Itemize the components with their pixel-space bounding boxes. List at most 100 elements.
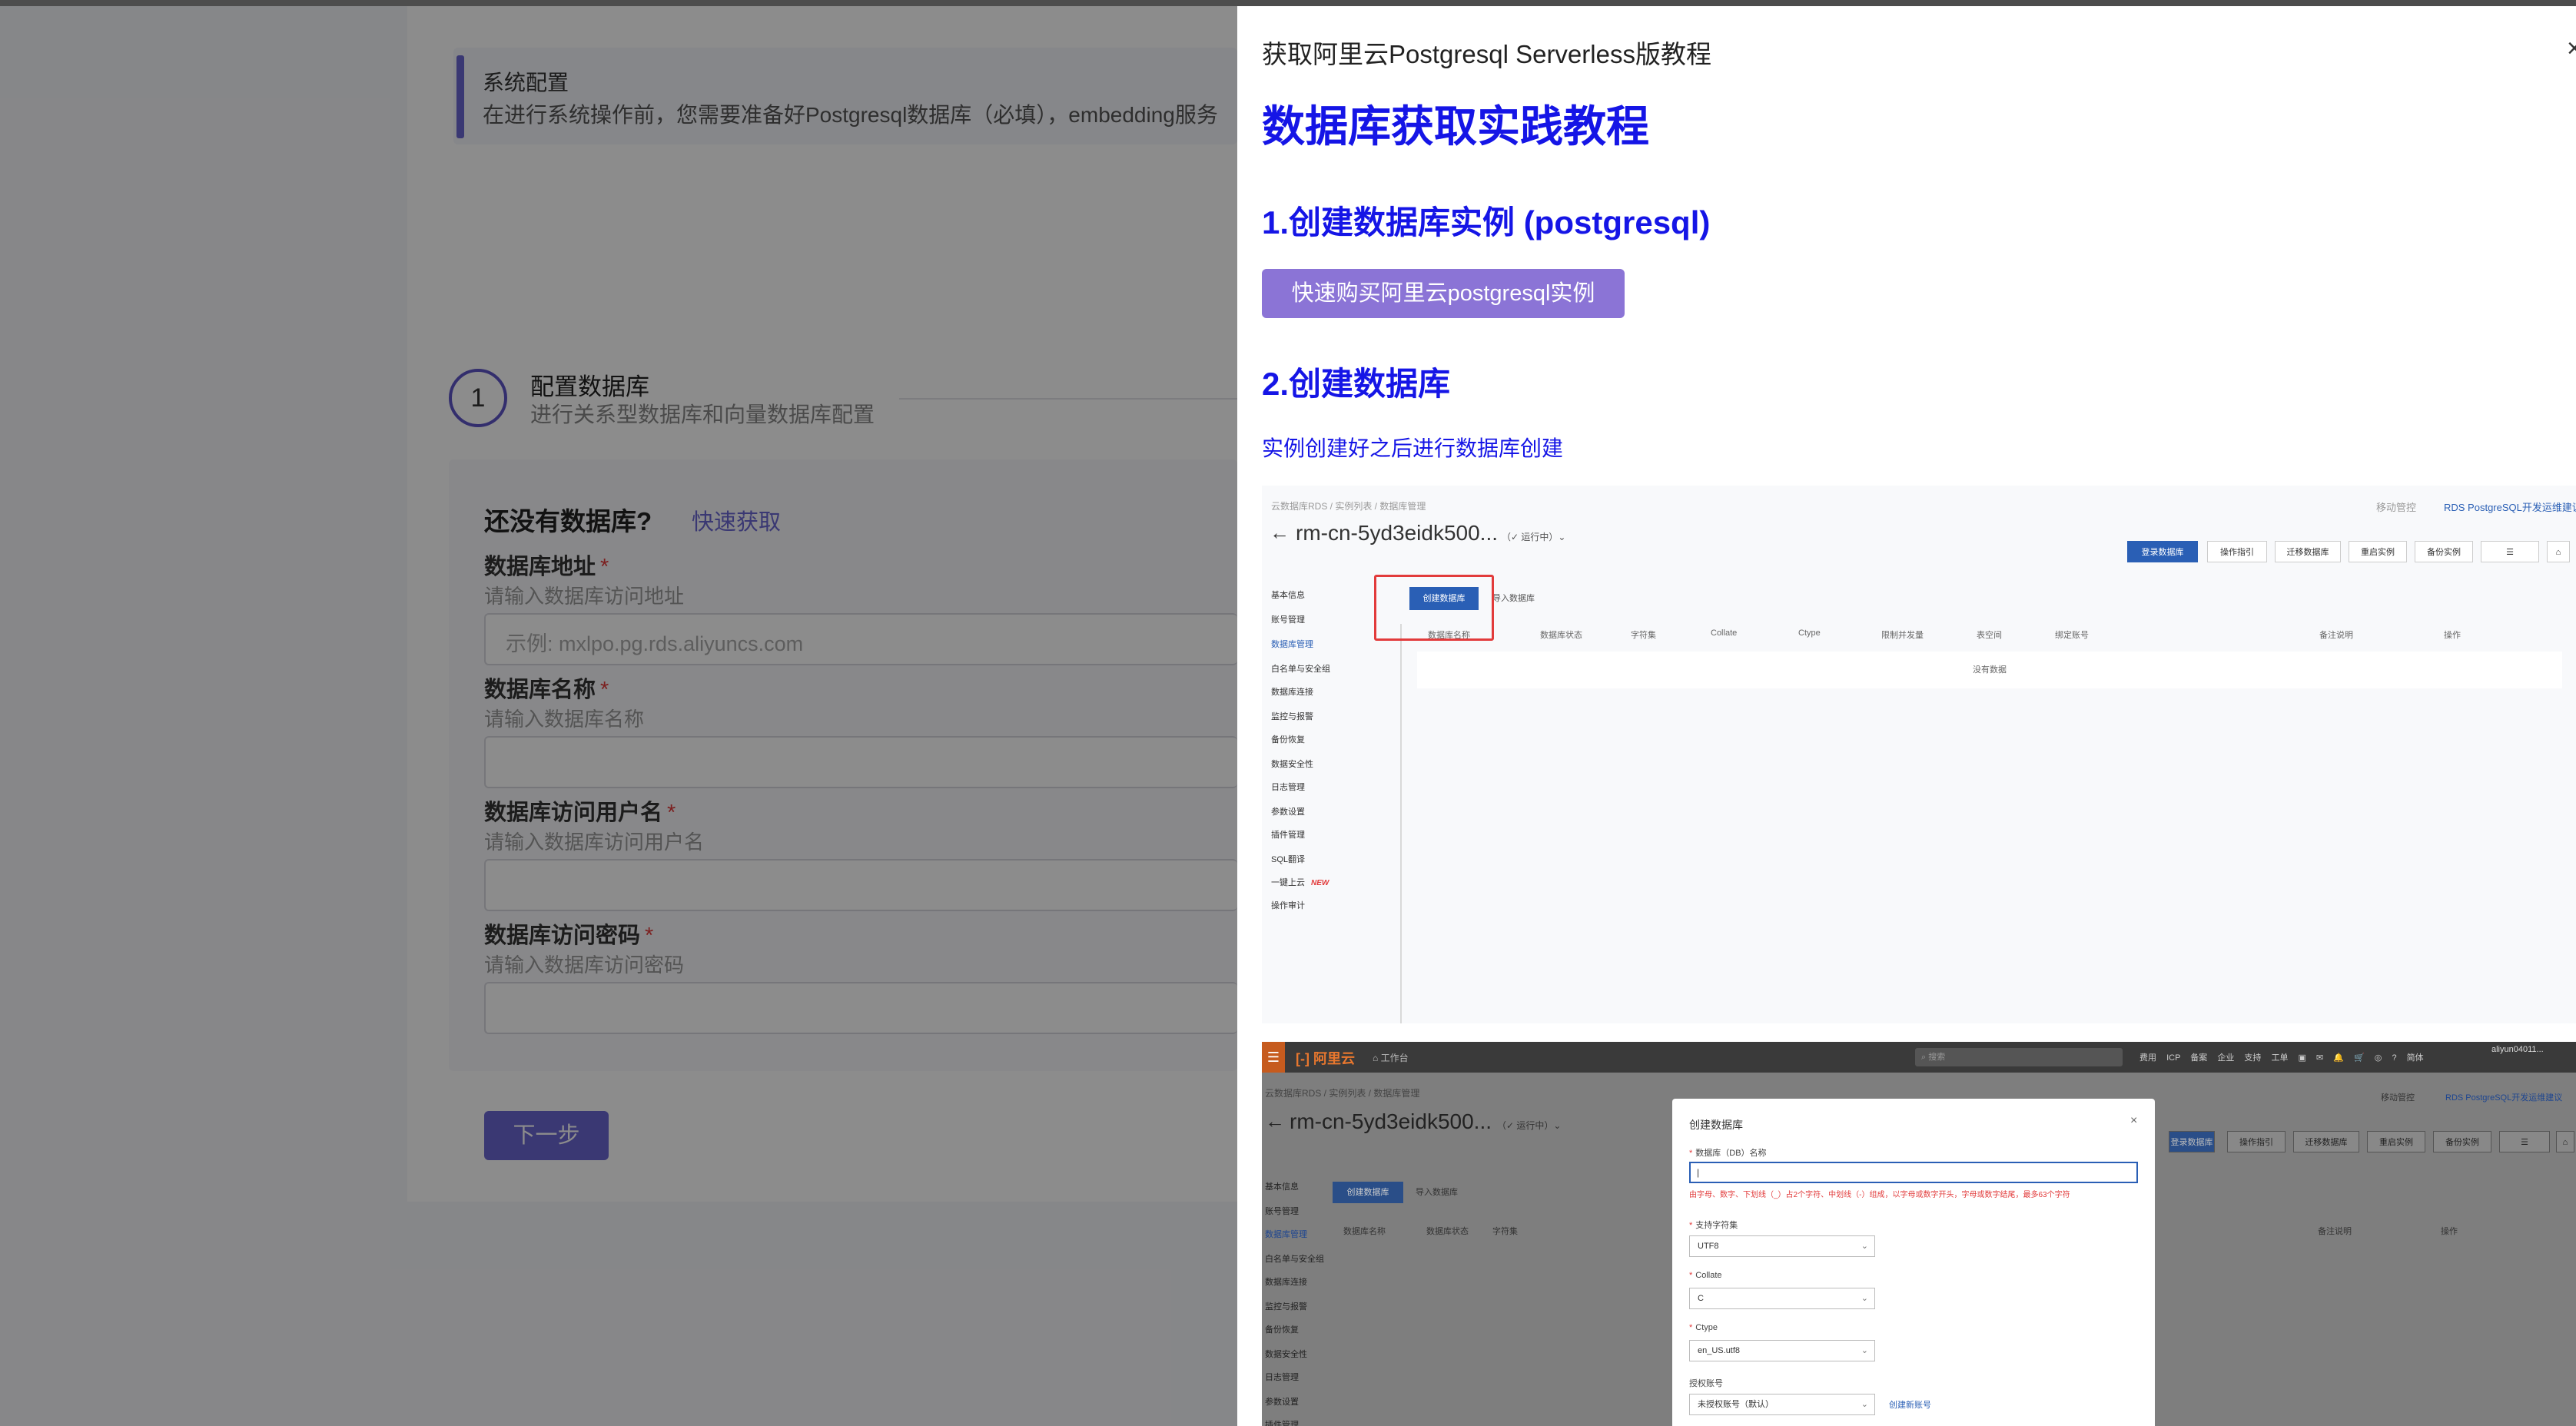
sidebar-item-backup: 备份恢复 (1265, 1325, 1299, 1335)
menu-icon: ☰ (1262, 1042, 1285, 1073)
create-db-button: 创建数据库 (1333, 1182, 1403, 1203)
account-select: 未授权账号（默认） ⌄ (1689, 1394, 1875, 1415)
user-account: aliyun04011... (2491, 1045, 2544, 1054)
tutorial-screenshot-2: ☰ [-] 阿里云 ⌂ 工作台 ⌕ 搜索 费用 ICP 备案 企业 支持 工单 … (1262, 1042, 2576, 1426)
home-icon: ⌂ (2556, 1131, 2574, 1152)
sidebar-item-basic-info: 基本信息 (1271, 591, 1305, 600)
ops-advice-link: RDS PostgreSQL开发运维建议 (2445, 1093, 2563, 1103)
col-remark: 备注说明 (2318, 1227, 2352, 1236)
backup-button: 备份实例 (2415, 541, 2473, 562)
chevron-down-icon: ⌄ (1861, 1242, 1868, 1251)
create-db-modal: 创建数据库 × * 数据库（DB）名称 | 由字母、数字、下划线（_）占2个字符、… (1672, 1099, 2155, 1426)
sidebar-item-monitoring: 监控与报警 (1265, 1302, 1307, 1312)
import-db-button: 导入数据库 (1416, 1188, 1458, 1197)
empty-state: 没有数据 (1417, 652, 2562, 688)
col-actions: 操作 (2444, 631, 2461, 640)
sidebar-item-params: 参数设置 (1265, 1398, 1299, 1407)
login-db-button: 登录数据库 (2169, 1131, 2215, 1152)
close-icon: × (2130, 1114, 2138, 1127)
db-name-rule: 由字母、数字、下划线（_）占2个字符、中划线（-）组成，以字母或数字开头，字母或… (1689, 1191, 2070, 1199)
ctype-label: * Ctype (1689, 1323, 1718, 1332)
sidebar-item-db-management: 数据库管理 (1271, 640, 1313, 649)
nav-item: 费用 (2139, 1053, 2156, 1063)
sidebar-item-data-security: 数据安全性 (1265, 1350, 1307, 1359)
console-icon: ▣ (2298, 1053, 2306, 1063)
create-account-link: 创建新账号 (1889, 1401, 1931, 1410)
tutorial-drawer: 获取阿里云Postgresql Serverless版教程 × 数据库获取实践教… (1237, 6, 2576, 1426)
bell-icon: 🔔 (2333, 1053, 2344, 1063)
new-badge: NEW (1311, 879, 1329, 887)
sidebar-item-accounts: 账号管理 (1271, 615, 1305, 625)
guide-button: 操作指引 (2227, 1131, 2286, 1152)
ops-advice-link: RDS PostgreSQL开发运维建议 (2444, 502, 2576, 513)
sidebar-item-monitoring: 监控与报警 (1271, 712, 1313, 721)
col-charset: 字符集 (1492, 1227, 1518, 1236)
language-item: 简体 (2406, 1053, 2424, 1063)
db-name-label: * 数据库（DB）名称 (1689, 1149, 1767, 1158)
section-2-title: 2.创建数据库 (1262, 366, 1451, 402)
col-db-name: 数据库名称 (1343, 1227, 1386, 1236)
col-db-status: 数据库状态 (1426, 1227, 1469, 1236)
instance-name: rm-cn-5yd3eidk500... (1290, 1109, 1492, 1133)
cart-icon: 🛒 (2354, 1053, 2365, 1063)
instance-status: （✓ 运行中）⌄ (1502, 532, 1566, 542)
sidebar-item-plugins: 插件管理 (1271, 831, 1305, 840)
sidebar-item-backup: 备份恢复 (1271, 735, 1305, 745)
quick-buy-button[interactable]: 快速购买阿里云postgresql实例 (1262, 269, 1625, 318)
nav-item: 企业 (2217, 1053, 2235, 1063)
modal-overlay[interactable] (0, 6, 1237, 1426)
close-icon[interactable]: × (2567, 34, 2576, 64)
migrate-button: 迁移数据库 (2293, 1131, 2359, 1152)
mobile-console-link: 移动管控 (2376, 502, 2417, 513)
sidebar-item-cloud-migrate: 一键上云 NEW (1271, 878, 1329, 887)
sidebar-item-db-connection: 数据库连接 (1271, 688, 1313, 697)
migrate-button: 迁移数据库 (2275, 541, 2341, 562)
col-remark: 备注说明 (2319, 631, 2353, 640)
col-concurrency: 限制并发量 (1881, 631, 1924, 640)
home-icon: ⌂ (2547, 541, 2570, 562)
login-db-button: 登录数据库 (2127, 541, 2198, 562)
col-bound-account: 绑定账号 (2055, 631, 2089, 640)
charset-label: * 支持字符集 (1689, 1221, 1738, 1230)
sidebar-item-whitelist: 白名单与安全组 (1271, 665, 1330, 674)
col-tablespace: 表空间 (1977, 631, 2002, 640)
collate-select: C ⌄ (1689, 1288, 1875, 1309)
sidebar-item-logs: 日志管理 (1271, 783, 1305, 792)
col-collate: Collate (1711, 628, 1738, 638)
nav-item: 支持 (2244, 1053, 2262, 1063)
workspace-link: ⌂ 工作台 (1373, 1053, 1409, 1063)
collate-label: * Collate (1689, 1271, 1722, 1280)
col-actions: 操作 (2441, 1227, 2458, 1236)
more-button: ☰ (2499, 1131, 2550, 1152)
col-db-name: 数据库名称 (1428, 631, 1470, 640)
chevron-down-icon: ⌄ (1861, 1346, 1868, 1355)
col-db-status: 数据库状态 (1540, 631, 1582, 640)
more-button: ☰ (2481, 541, 2539, 562)
mail-icon: ✉ (2315, 1053, 2324, 1063)
search-input: ⌕ 搜索 (1915, 1048, 2123, 1066)
back-arrow-icon: ← (1265, 1109, 1285, 1133)
sidebar-item-audit: 操作审计 (1271, 901, 1305, 910)
charset-select: UTF8 ⌄ (1689, 1235, 1875, 1257)
tutorial-screenshot-1: 云数据库RDS / 实例列表 / 数据库管理 移动管控 RDS PostgreS… (1262, 486, 2576, 1023)
import-db-button: 导入数据库 (1492, 594, 1535, 603)
sidebar-item-sql-translate: SQL翻译 (1271, 855, 1306, 864)
sidebar-item-db-management: 数据库管理 (1265, 1230, 1307, 1239)
sidebar-item-data-security: 数据安全性 (1271, 760, 1313, 769)
chevron-down-icon: ⌄ (1861, 1294, 1868, 1303)
col-ctype: Ctype (1798, 628, 1821, 638)
breadcrumb: 云数据库RDS / 实例列表 / 数据库管理 (1271, 501, 1426, 512)
account-label: 授权账号 (1689, 1379, 1723, 1388)
restart-button: 重启实例 (2367, 1131, 2425, 1152)
ctype-select: en_US.utf8 ⌄ (1689, 1340, 1875, 1361)
sidebar-item-whitelist: 白名单与安全组 (1265, 1255, 1324, 1264)
sidebar-item-accounts: 账号管理 (1265, 1207, 1299, 1216)
drawer-title: 获取阿里云Postgresql Serverless版教程 (1262, 40, 1711, 68)
nav-item: ICP 备案 (2166, 1053, 2208, 1063)
instance-status: （✓ 运行中）⌄ (1497, 1120, 1562, 1131)
back-arrow-icon: ← (1270, 521, 1290, 544)
breadcrumb: 云数据库RDS / 实例列表 / 数据库管理 (1265, 1088, 1420, 1099)
col-charset: 字符集 (1631, 631, 1656, 640)
restart-button: 重启实例 (2349, 541, 2407, 562)
backup-button: 备份实例 (2433, 1131, 2491, 1152)
